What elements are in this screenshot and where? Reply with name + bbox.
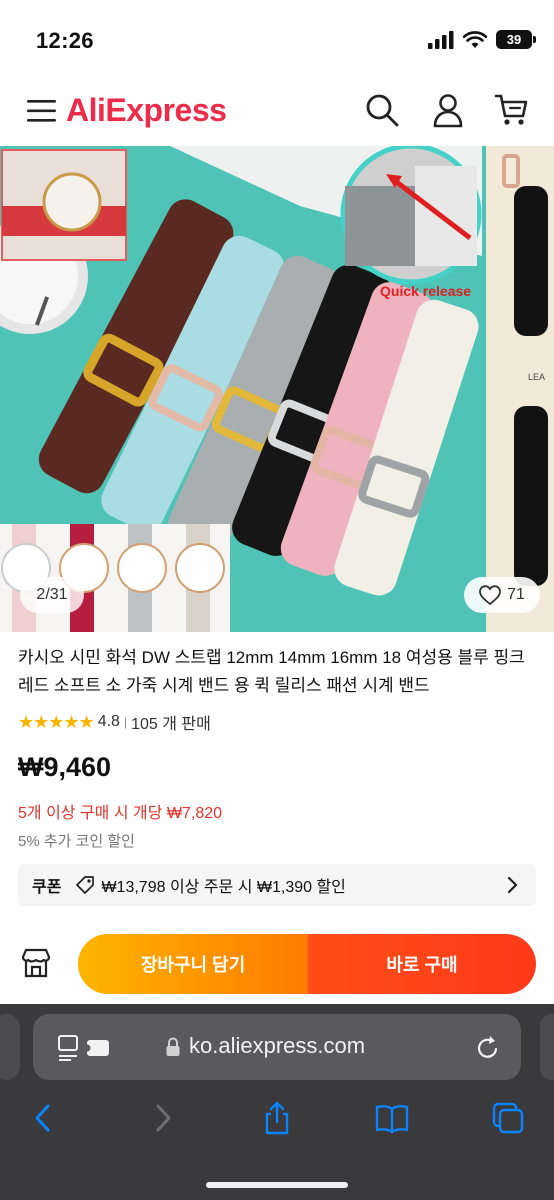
cellular-signal-icon: [428, 30, 454, 49]
cart-icon[interactable]: [494, 92, 530, 128]
bulk-discount: 5개 이상 구매 시 개당 ₩7,820: [18, 805, 223, 822]
rating-stars-icon: ★★★★★: [18, 711, 95, 732]
page-menu-icon[interactable]: [57, 1034, 113, 1062]
status-bar: 12:26 39: [0, 0, 554, 78]
rating-separator: |: [123, 715, 128, 729]
sold-count: 105 개 판매: [131, 716, 211, 733]
home-indicator: [206, 1182, 348, 1188]
address-bar[interactable]: ko.aliexpress.com: [33, 1014, 521, 1080]
action-bar: 장바구니 담기 바로 구매: [0, 918, 554, 1004]
account-icon[interactable]: [430, 92, 466, 128]
safari-toolbar: ko.aliexpress.com: [0, 1004, 554, 1200]
next-tab-peek[interactable]: [540, 1014, 554, 1080]
coin-discount: 5% 추가 코인 할인: [18, 833, 135, 850]
address-url[interactable]: ko.aliexpress.com: [189, 1033, 365, 1059]
rating-row: ★★★★★ 4.8 | 105 개 판매: [18, 710, 211, 734]
menu-icon[interactable]: [26, 96, 58, 126]
tabs-icon[interactable]: [490, 1100, 526, 1136]
wishlist-button[interactable]: 71: [464, 577, 540, 613]
quick-release-label: Quick release: [380, 283, 471, 299]
wifi-icon: [463, 30, 487, 48]
like-count: 71: [507, 586, 525, 603]
search-icon[interactable]: [364, 92, 400, 128]
back-icon[interactable]: [26, 1100, 62, 1136]
product-title: 카시오 시민 화석 DW 스트랩 12mm 14mm 16mm 18 여성용 블…: [18, 648, 525, 695]
product-photo-main[interactable]: Quick release: [0, 146, 482, 632]
bookmarks-icon[interactable]: [374, 1100, 410, 1136]
side-photo-text: LEA: [528, 372, 545, 382]
status-time: 12:26: [36, 28, 94, 53]
store-icon[interactable]: [20, 947, 52, 979]
coupon-text: ₩13,798 이상 주문 시 ₩1,390 할인: [101, 879, 346, 896]
battery-level: 39: [506, 32, 522, 47]
app-header: AliExpress: [0, 78, 554, 144]
tag-icon: [76, 876, 95, 894]
chevron-right-icon: [507, 876, 518, 894]
share-icon[interactable]: [259, 1100, 295, 1136]
battery-indicator: 39: [496, 30, 536, 49]
previous-tab-peek[interactable]: [0, 1014, 20, 1080]
product-price: ₩9,460: [18, 752, 112, 782]
forward-icon[interactable]: [144, 1100, 180, 1136]
heart-icon: [479, 585, 501, 605]
lock-icon: [166, 1037, 180, 1056]
aliexpress-logo[interactable]: AliExpress: [66, 92, 227, 129]
rating-value: 4.8: [97, 713, 120, 730]
add-to-cart-button[interactable]: 장바구니 담기: [78, 934, 308, 994]
gallery-counter: 2/31: [20, 577, 84, 613]
product-photo-next[interactable]: LEA: [486, 146, 554, 632]
status-icons: 39: [428, 30, 536, 49]
reload-icon[interactable]: [475, 1034, 501, 1062]
safari-bottom-toolbar: [0, 1094, 554, 1144]
product-gallery[interactable]: Quick release LEA: [0, 146, 554, 632]
coupon-label: 쿠폰: [32, 879, 62, 896]
buy-now-button[interactable]: 바로 구매: [308, 934, 536, 994]
coupon-row[interactable]: 쿠폰 ₩13,798 이상 주문 시 ₩1,390 할인: [18, 864, 536, 906]
